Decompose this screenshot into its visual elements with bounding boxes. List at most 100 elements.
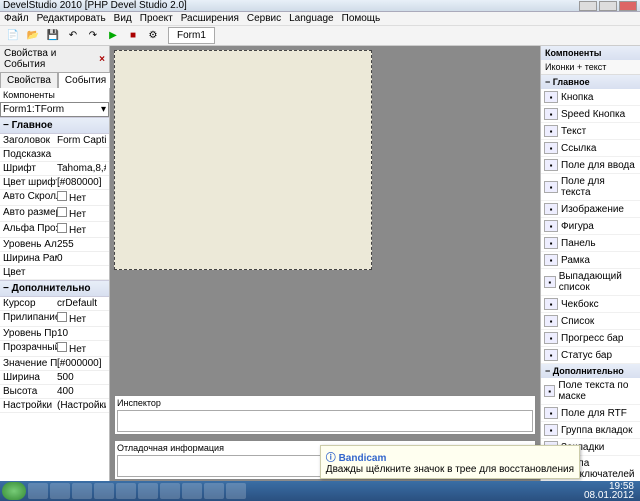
component-item[interactable]: ▪Поле для ввода: [541, 157, 640, 174]
prop-row[interactable]: Подсказка: [0, 148, 109, 162]
prop-group[interactable]: − Главное: [0, 117, 109, 134]
prop-row[interactable]: Высота400: [0, 385, 109, 399]
prop-row[interactable]: Прозрачный ...Нет: [0, 341, 109, 357]
component-item[interactable]: ▪Рамка: [541, 252, 640, 269]
start-button[interactable]: [2, 482, 26, 500]
component-item[interactable]: ▪Группа вкладок: [541, 422, 640, 439]
prop-row[interactable]: Цвет шрифта[#080000]: [0, 176, 109, 190]
checkbox-icon[interactable]: [57, 342, 67, 352]
prop-row[interactable]: Ширина Рамки0: [0, 252, 109, 266]
component-item[interactable]: ▪Фигура: [541, 218, 640, 235]
taskbar-app-6[interactable]: [138, 483, 158, 499]
component-item[interactable]: ▪Speed Кнопка: [541, 106, 640, 123]
prop-value[interactable]: [#080000]: [57, 177, 106, 188]
component-selector[interactable]: Form1:TForm ▾: [0, 102, 109, 117]
component-item[interactable]: ▪Статус бар: [541, 347, 640, 364]
checkbox-icon[interactable]: [57, 191, 67, 201]
prop-value[interactable]: 400: [57, 386, 106, 397]
component-item[interactable]: ▪Поле для текста: [541, 174, 640, 201]
prop-group[interactable]: − Дополнительно: [0, 280, 109, 297]
minimize-button[interactable]: [579, 1, 597, 11]
prop-value[interactable]: 500: [57, 372, 106, 383]
prop-value[interactable]: 10: [57, 328, 106, 339]
prop-value[interactable]: [57, 149, 106, 160]
component-item[interactable]: ▪Кнопка: [541, 89, 640, 106]
prop-row[interactable]: КурсорcrDefault: [0, 297, 109, 311]
taskbar-app-3[interactable]: [72, 483, 92, 499]
prop-value[interactable]: Tahoma,8,#080000: [57, 163, 106, 174]
comp-group[interactable]: − Главное: [541, 75, 640, 89]
prop-value[interactable]: Form Caption: [57, 135, 106, 146]
menu-language[interactable]: Language: [289, 13, 334, 24]
checkbox-icon[interactable]: [57, 223, 67, 233]
taskbar-app-10[interactable]: [226, 483, 246, 499]
prop-value[interactable]: Нет: [57, 342, 106, 355]
menu-проект[interactable]: Проект: [140, 13, 173, 24]
view-mode[interactable]: Иконки + текст: [541, 60, 640, 75]
prop-row[interactable]: Альфа Прозр...Нет: [0, 222, 109, 238]
taskbar-app-5[interactable]: [116, 483, 136, 499]
maximize-button[interactable]: [599, 1, 617, 11]
component-item[interactable]: ▪Панель: [541, 235, 640, 252]
taskbar[interactable]: 19:58 08.01.2012: [0, 481, 640, 501]
close-panel-icon[interactable]: ×: [99, 54, 105, 65]
tab-events[interactable]: События: [58, 72, 113, 88]
prop-row[interactable]: ЗаголовокForm Caption: [0, 134, 109, 148]
prop-row[interactable]: Ширина500: [0, 371, 109, 385]
inspector-text[interactable]: [117, 410, 533, 432]
taskbar-app-4[interactable]: [94, 483, 114, 499]
taskbar-app-7[interactable]: [160, 483, 180, 499]
prop-value[interactable]: Нет: [57, 207, 106, 220]
prop-row[interactable]: Цвет: [0, 266, 109, 280]
new-icon[interactable]: 📄: [4, 28, 22, 44]
save-icon[interactable]: 💾: [44, 28, 62, 44]
property-grid[interactable]: − ГлавноеЗаголовокForm CaptionПодсказка Ш…: [0, 117, 109, 481]
prop-row[interactable]: Авто размерНет: [0, 206, 109, 222]
checkbox-icon[interactable]: [57, 207, 67, 217]
taskbar-app-1[interactable]: [28, 483, 48, 499]
prop-value[interactable]: Нет: [57, 191, 106, 204]
run-icon[interactable]: ▶: [104, 28, 122, 44]
system-tray[interactable]: 19:58 08.01.2012: [584, 482, 638, 500]
component-item[interactable]: ▪Список: [541, 313, 640, 330]
prop-value[interactable]: (Настройки): [57, 400, 106, 411]
taskbar-app-9[interactable]: [204, 483, 224, 499]
menu-расширения[interactable]: Расширения: [181, 13, 239, 24]
component-item[interactable]: ▪Выпадающий список: [541, 269, 640, 296]
prop-value[interactable]: 255: [57, 239, 106, 250]
prop-row[interactable]: Уровень Прил...10: [0, 327, 109, 341]
stop-icon[interactable]: ■: [124, 28, 142, 44]
component-item[interactable]: ▪Поле для RTF: [541, 405, 640, 422]
tab-properties[interactable]: Свойства: [0, 72, 58, 88]
close-button[interactable]: [619, 1, 637, 11]
prop-value[interactable]: Нет: [57, 312, 106, 325]
component-list[interactable]: − Главное▪Кнопка▪Speed Кнопка▪Текст▪Ссыл…: [541, 75, 640, 481]
menu-вид[interactable]: Вид: [114, 13, 132, 24]
prop-value[interactable]: [#000000]: [57, 358, 106, 369]
menu-редактировать[interactable]: Редактировать: [37, 13, 106, 24]
component-item[interactable]: ▪Изображение: [541, 201, 640, 218]
component-item[interactable]: ▪Прогресс бар: [541, 330, 640, 347]
menu-сервис[interactable]: Сервис: [247, 13, 281, 24]
prop-row[interactable]: Значение Про...[#000000]: [0, 357, 109, 371]
form-canvas[interactable]: [114, 50, 372, 270]
menu-помощь[interactable]: Помощь: [342, 13, 381, 24]
redo-icon[interactable]: ↷: [84, 28, 102, 44]
taskbar-app-2[interactable]: [50, 483, 70, 499]
prop-row[interactable]: Прилипание ...Нет: [0, 311, 109, 327]
comp-group[interactable]: − Дополнительно: [541, 364, 640, 378]
debug-icon[interactable]: ⚙: [144, 28, 162, 44]
prop-row[interactable]: Авто СкроллингНет: [0, 190, 109, 206]
prop-value[interactable]: Нет: [57, 223, 106, 236]
prop-value[interactable]: 0: [57, 253, 106, 264]
open-icon[interactable]: 📂: [24, 28, 42, 44]
prop-value[interactable]: [57, 267, 106, 278]
component-item[interactable]: ▪Ссылка: [541, 140, 640, 157]
prop-value[interactable]: crDefault: [57, 298, 106, 309]
taskbar-app-8[interactable]: [182, 483, 202, 499]
prop-row[interactable]: Уровень Аль...255: [0, 238, 109, 252]
component-item[interactable]: ▪Поле текста по маске: [541, 378, 640, 405]
component-item[interactable]: ▪Текст: [541, 123, 640, 140]
undo-icon[interactable]: ↶: [64, 28, 82, 44]
menu-файл[interactable]: Файл: [4, 13, 29, 24]
